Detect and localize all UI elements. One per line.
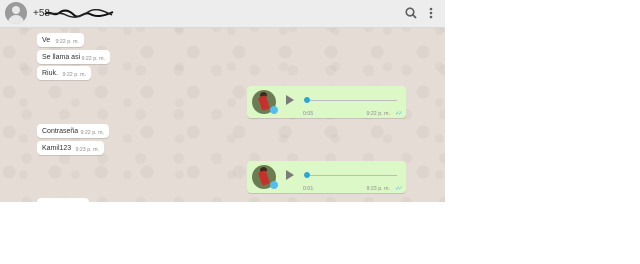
message-bubble[interactable]: Se llama asi 9:22 p. m. xyxy=(37,50,110,64)
audio-progress-track[interactable] xyxy=(305,100,397,101)
mic-icon xyxy=(270,181,278,189)
audio-message[interactable]: 0:05 9:22 p. m. ✓✓ xyxy=(247,86,406,118)
audio-progress-track[interactable] xyxy=(305,175,397,176)
message-time: 9:22 p. m. xyxy=(81,56,105,62)
audio-message[interactable]: 0:01 9:23 p. m. ✓✓ xyxy=(247,161,406,193)
play-icon[interactable] xyxy=(286,170,294,180)
photo-shirt-shape xyxy=(258,95,270,111)
message-time: 9:22 p. m. xyxy=(80,130,104,136)
message-bubble[interactable]: Contraseña 9:22 p. m. xyxy=(37,124,109,138)
play-icon[interactable] xyxy=(286,95,294,105)
message-time: 9:23 p. m. xyxy=(366,186,390,192)
double-check-icon: ✓✓ xyxy=(394,111,403,117)
audio-progress-knob[interactable] xyxy=(304,172,310,178)
double-check-icon: ✓✓ xyxy=(394,186,403,192)
audio-duration: 0:01 xyxy=(303,186,314,192)
menu-icon[interactable] xyxy=(424,6,438,20)
audio-progress-knob[interactable] xyxy=(304,97,310,103)
mic-icon xyxy=(270,106,278,114)
search-icon[interactable] xyxy=(404,6,418,20)
message-time: 9:23 p. m. xyxy=(75,147,99,153)
message-text: Riuk. xyxy=(42,70,58,77)
chat-header: +58 xyxy=(0,0,445,28)
message-bubble[interactable]: Kamil123 9:23 p. m. xyxy=(37,141,104,155)
message-bubble-partial[interactable] xyxy=(37,198,89,202)
message-time: 9:22 p. m. xyxy=(55,39,79,45)
message-bubble[interactable]: Ve 9:22 p. m. xyxy=(37,33,84,47)
message-text: Se llama asi xyxy=(42,54,81,61)
redaction-scribble xyxy=(44,9,114,18)
message-text: Kamil123 xyxy=(42,145,72,152)
audio-duration: 0:05 xyxy=(303,111,314,117)
photo-shirt-shape xyxy=(258,170,270,186)
chat-window: +58 Ve 9:22 p. m. Se llama asi 9:22 p. m… xyxy=(0,0,445,202)
avatar-body-shape xyxy=(8,15,24,24)
message-bubble[interactable]: Riuk. 9:22 p. m. xyxy=(37,66,91,80)
message-text: Ve xyxy=(42,37,51,44)
avatar[interactable] xyxy=(5,2,27,24)
message-text: Contraseña xyxy=(42,128,79,135)
message-time: 9:22 p. m. xyxy=(366,111,390,117)
message-time: 9:22 p. m. xyxy=(62,72,86,78)
avatar-head-shape xyxy=(12,6,20,14)
